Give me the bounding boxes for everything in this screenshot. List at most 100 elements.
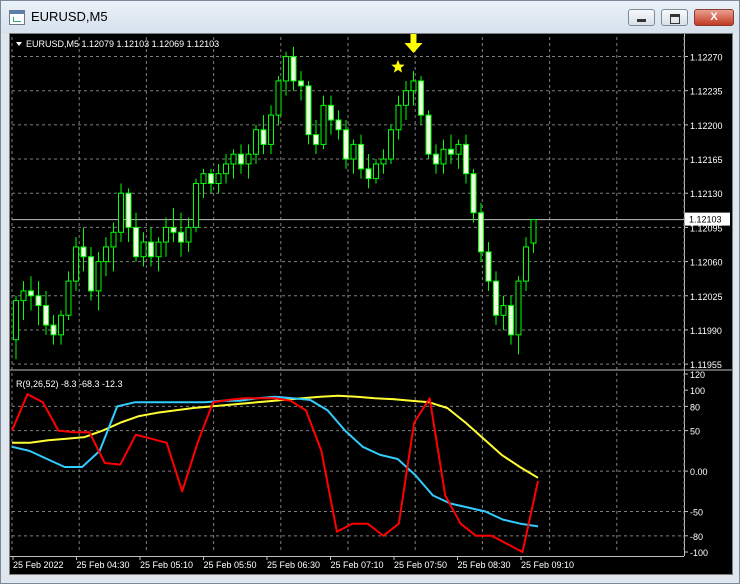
candle-body: [320, 104, 327, 145]
close-icon: X: [710, 11, 718, 23]
candle-body: [20, 290, 27, 302]
maximize-button[interactable]: [661, 9, 688, 26]
main-panel-header: EURUSD,M5 1.12079 1.12103 1.12069 1.1210…: [26, 39, 219, 49]
candle-body: [425, 114, 432, 155]
time-label: 25 Feb 06:30: [267, 560, 320, 570]
indicator-scale-label: 50: [690, 427, 700, 437]
indicator-scale-label: -80: [690, 532, 703, 542]
candle-body: [193, 182, 199, 228]
candle-body: [125, 192, 132, 228]
candle-body: [500, 305, 507, 316]
candle-body: [290, 56, 297, 82]
candle-body: [410, 80, 417, 92]
time-label: 25 Feb 04:30: [77, 560, 130, 570]
price-label: 1.11955: [690, 360, 722, 370]
candle-body: [395, 104, 402, 131]
candle-body: [80, 246, 87, 258]
candle-body: [223, 163, 229, 175]
chart-area[interactable]: 1.12270 1.12235 1.12200 1.12165 1.12130 1.120…: [9, 33, 733, 575]
chevron-down-icon: [16, 42, 22, 46]
indicator-scale-label: 0.00: [690, 467, 708, 477]
candle-body: [343, 129, 349, 160]
star-icon: [391, 59, 405, 73]
candle-body: [245, 153, 252, 165]
candle-body: [523, 246, 529, 282]
indicator-lines: [11, 393, 539, 553]
candle-body: [335, 119, 342, 131]
candle-body: [133, 226, 139, 258]
candle-body: [463, 143, 469, 175]
price-label: 1.12270: [690, 53, 723, 63]
candle-body: [493, 280, 499, 316]
candle-body: [253, 129, 259, 155]
price-label: 1.12200: [690, 121, 723, 131]
candle-body: [508, 305, 514, 336]
candle-body: [230, 153, 237, 165]
candle-body: [305, 85, 312, 136]
candle-body: [73, 246, 79, 282]
candle-body: [403, 90, 409, 106]
price-label: 1.12165: [690, 155, 723, 165]
indicator-scale-label: 80: [690, 402, 700, 412]
candle-body: [65, 280, 72, 316]
candle-body: [170, 226, 177, 233]
candle-body: [200, 173, 207, 184]
title-bar[interactable]: EURUSD,M5 X: [1, 1, 739, 33]
indicator-header: R(9,26,52) -8.3 -68.3 -12.3: [16, 379, 123, 389]
grid: [10, 34, 732, 560]
candle-body: [530, 219, 537, 244]
time-label: 25 Feb 05:50: [204, 560, 257, 570]
candle-body: [110, 231, 117, 248]
candle-body: [455, 143, 462, 155]
minimize-button[interactable]: [628, 9, 655, 26]
candle-body: [215, 173, 222, 184]
price-label: 1.12060: [690, 258, 723, 268]
current-price-label: 1.12103: [689, 215, 722, 225]
candle-body: [35, 295, 42, 307]
time-label: 25 Feb 07:50: [394, 560, 447, 570]
indicator-scale-label: -50: [690, 508, 703, 518]
candle-body: [350, 143, 357, 160]
candle-body: [118, 192, 124, 233]
candle-body: [185, 226, 192, 243]
markers: [391, 34, 423, 73]
price-label: 1.12130: [690, 189, 723, 199]
candle-body: [13, 300, 19, 341]
candle-body: [373, 163, 379, 180]
candle-body: [328, 104, 334, 121]
indicator-scale-label: -100: [690, 548, 708, 558]
candle-body: [358, 143, 364, 170]
candle-body: [58, 314, 64, 336]
candle-body: [275, 80, 282, 116]
candle-body: [478, 212, 484, 253]
candle-body: [163, 226, 169, 243]
candle-body: [208, 173, 214, 184]
candle-body: [268, 114, 274, 145]
candle-body: [148, 241, 154, 258]
time-label: 25 Feb 07:10: [331, 560, 384, 570]
candle-body: [470, 173, 477, 214]
maximize-icon: [670, 14, 680, 24]
indicator-line-cyan: [11, 395, 539, 528]
time-label: 25 Feb 2022: [13, 560, 64, 570]
candle-body: [380, 158, 387, 165]
candle-body: [515, 280, 522, 336]
candle-body: [418, 80, 424, 116]
close-button[interactable]: X: [694, 9, 734, 26]
candle-body: [103, 246, 109, 263]
candle-body: [178, 231, 184, 243]
candle-body: [155, 241, 162, 258]
candle-body: [298, 80, 304, 87]
candle-body: [88, 256, 94, 292]
price-label: 1.11990: [690, 326, 722, 336]
indicator-scale-label: 120: [690, 370, 705, 380]
candle-body: [433, 153, 439, 165]
candle-body: [440, 148, 447, 165]
candle-body: [260, 129, 267, 145]
candle-body: [283, 56, 289, 82]
down-arrow-icon: [404, 34, 423, 53]
candle-body: [238, 153, 244, 165]
window-title: EURUSD,M5: [31, 9, 108, 24]
chart-window-icon: [9, 10, 25, 25]
chart-canvas[interactable]: 1.12270 1.12235 1.12200 1.12165 1.12130 1.120…: [10, 34, 732, 574]
